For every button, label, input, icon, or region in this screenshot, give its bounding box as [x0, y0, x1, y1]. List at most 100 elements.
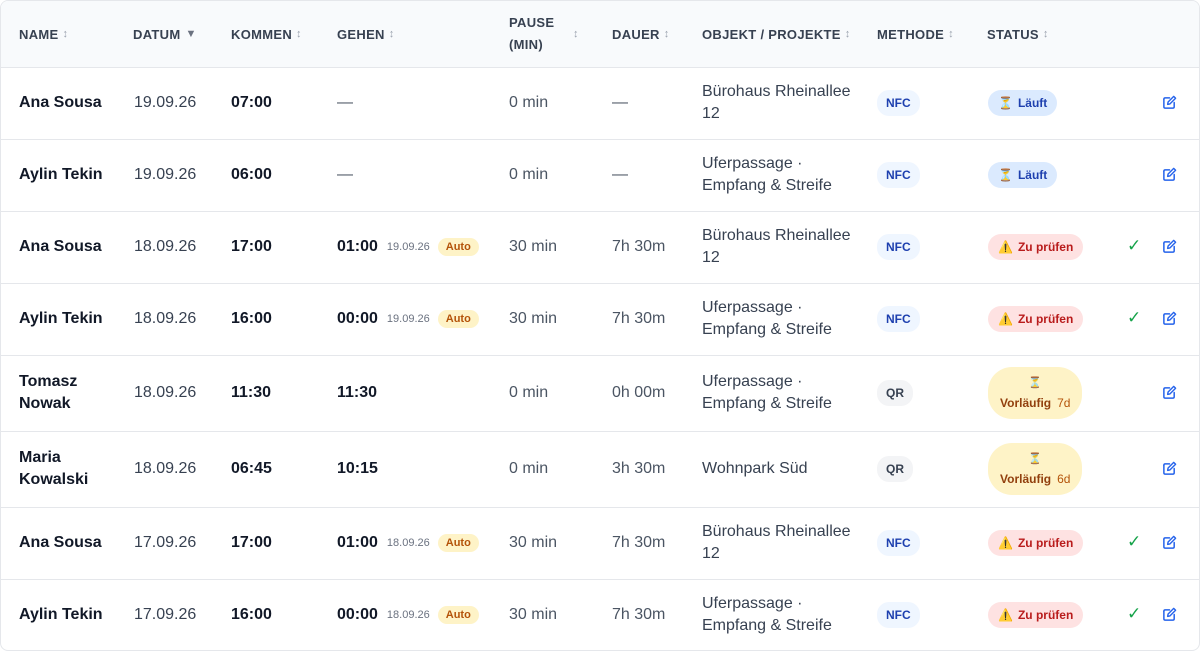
- status-cell: ⏳ Vorläufig 6d: [988, 431, 1083, 507]
- column-header-status[interactable]: STATUS ↕: [987, 1, 1049, 67]
- date-cell: 17.09.26: [134, 606, 197, 623]
- status-cell: ⏳ Läuft: [988, 67, 1058, 139]
- auto-badge: Auto: [437, 606, 479, 624]
- status-badge: ⚠️ Zu prüfen: [988, 306, 1084, 332]
- check-out-time: 00:00: [337, 310, 378, 327]
- status-cell: ⚠️ Zu prüfen: [988, 579, 1084, 650]
- method-cell: QR: [877, 431, 913, 507]
- checkmark-icon[interactable]: ✓: [1127, 236, 1141, 256]
- method-cell: NFC: [877, 139, 920, 211]
- check-out-date: 19.09.26: [386, 313, 430, 325]
- table-row: Ana Sousa 19.09.26 07:00 — 0 min — Bürohaus Rh…: [1, 67, 1199, 140]
- date-cell: 18.09.26: [134, 310, 197, 327]
- column-header-kommen[interactable]: KOMMEN ↕: [231, 1, 302, 67]
- object-cell: Bürohaus Rheinallee 12: [702, 83, 851, 122]
- employee-name: Aylin Tekin: [19, 310, 103, 327]
- object-cell: Uferpassage · Empfang & Streife: [702, 373, 832, 412]
- column-header-methode[interactable]: METHODE ↕: [877, 1, 954, 67]
- edit-icon[interactable]: [1162, 607, 1177, 627]
- method-badge: NFC: [877, 306, 920, 332]
- status-cell: ⏳ Vorläufig 7d: [988, 355, 1083, 431]
- object-cell: Uferpassage · Empfang & Streife: [702, 155, 832, 194]
- status-badge: ⏳ Läuft: [988, 90, 1058, 116]
- edit-icon[interactable]: [1162, 535, 1177, 555]
- hourglass-icon: ⏳: [998, 168, 1013, 182]
- check-out-date: 19.09.26: [386, 241, 430, 253]
- duration-cell: —: [612, 94, 628, 111]
- check-out-time: 10:15: [337, 460, 378, 477]
- column-header-dauer[interactable]: DAUER ↕: [612, 1, 670, 67]
- sort-arrows-icon: ↕: [844, 28, 851, 40]
- pause-cell: 30 min: [509, 238, 558, 255]
- method-badge: NFC: [877, 602, 920, 628]
- check-out-cell: —: [337, 139, 353, 211]
- object-cell: Uferpassage · Empfang & Streife: [702, 299, 832, 338]
- edit-icon[interactable]: [1162, 461, 1177, 481]
- edit-icon[interactable]: [1162, 95, 1177, 115]
- table-row: Tomasz Nowak 18.09.26 11:30 11:30 0 min 0h 00m…: [1, 355, 1199, 432]
- employee-name: Aylin Tekin: [19, 606, 103, 623]
- status-days: 6d: [1057, 472, 1071, 486]
- column-header-datum[interactable]: DATUM ▼: [133, 1, 197, 67]
- status-cell: ⚠️ Zu prüfen: [988, 507, 1084, 579]
- edit-icon[interactable]: [1162, 311, 1177, 331]
- edit-icon[interactable]: [1162, 385, 1177, 405]
- method-badge: NFC: [877, 234, 920, 260]
- check-out-time: —: [337, 166, 353, 183]
- duration-cell: 7h 30m: [612, 238, 666, 255]
- status-badge: ⏳ Vorläufig 6d: [988, 443, 1083, 495]
- column-header-objekt[interactable]: OBJEKT / PROJEKTE ↕: [702, 1, 851, 67]
- status-cell: ⚠️ Zu prüfen: [988, 283, 1084, 355]
- check-out-cell: 10:15: [337, 431, 378, 507]
- duration-cell: —: [612, 166, 628, 183]
- method-badge: NFC: [877, 530, 920, 556]
- pause-cell: 0 min: [509, 166, 549, 183]
- method-badge: NFC: [877, 162, 920, 188]
- column-header-gehen[interactable]: GEHEN ↕: [337, 1, 395, 67]
- status-badge: ⚠️ Zu prüfen: [988, 602, 1084, 628]
- auto-badge: Auto: [437, 310, 479, 328]
- check-out-time: 00:00: [337, 606, 378, 623]
- object-cell: Wohnpark Süd: [702, 460, 808, 477]
- employee-name: Ana Sousa: [19, 94, 102, 111]
- hourglass-icon: ⏳: [998, 96, 1013, 110]
- check-out-time: 11:30: [337, 384, 378, 401]
- employee-name: Maria Kowalski: [19, 449, 89, 488]
- status-days: 7d: [1057, 396, 1071, 410]
- check-in-time: 16:00: [231, 606, 272, 623]
- warning-icon: ⚠️: [998, 240, 1013, 254]
- checkmark-icon[interactable]: ✓: [1127, 532, 1141, 552]
- sort-arrows-icon: ↕: [62, 28, 69, 40]
- column-header-pause[interactable]: PAUSE (MIN) ↕: [509, 1, 579, 67]
- table-row: Maria Kowalski 18.09.26 06:45 10:15 0 min 3h 3…: [1, 431, 1199, 508]
- table-row: Aylin Tekin 17.09.26 16:00 00:00 18.09.26 Aut…: [1, 579, 1199, 650]
- table-header: NAME ↕ DATUM ▼ KOMMEN ↕ GEHEN ↕ PAUSE (MIN) ↕…: [1, 1, 1199, 68]
- pause-cell: 0 min: [509, 460, 549, 477]
- pause-cell: 0 min: [509, 94, 549, 111]
- check-in-time: 16:00: [231, 310, 272, 327]
- check-out-date: 18.09.26: [386, 609, 430, 621]
- status-cell: ⚠️ Zu prüfen: [988, 211, 1084, 283]
- sort-arrows-icon: ↕: [948, 28, 954, 40]
- checkmark-icon[interactable]: ✓: [1127, 604, 1141, 624]
- column-header-name[interactable]: NAME ↕: [19, 1, 68, 67]
- timesheet-table: NAME ↕ DATUM ▼ KOMMEN ↕ GEHEN ↕ PAUSE (MIN) ↕…: [0, 0, 1200, 651]
- method-badge: NFC: [877, 90, 920, 116]
- sort-arrows-icon: ↕: [1042, 28, 1049, 40]
- edit-icon[interactable]: [1162, 167, 1177, 187]
- duration-cell: 3h 30m: [612, 460, 666, 477]
- date-cell: 18.09.26: [134, 238, 197, 255]
- duration-cell: 0h 00m: [612, 384, 666, 401]
- check-in-time: 11:30: [231, 384, 272, 401]
- pause-cell: 0 min: [509, 384, 549, 401]
- date-cell: 19.09.26: [134, 166, 197, 183]
- employee-name: Tomasz Nowak: [19, 373, 78, 412]
- edit-icon[interactable]: [1162, 239, 1177, 259]
- date-cell: 19.09.26: [134, 94, 197, 111]
- auto-badge: Auto: [437, 534, 479, 552]
- table-row: Aylin Tekin 18.09.26 16:00 00:00 19.09.26 Aut…: [1, 283, 1199, 356]
- table-row: Ana Sousa 18.09.26 17:00 01:00 19.09.26 Auto 3…: [1, 211, 1199, 284]
- status-badge: ⚠️ Zu prüfen: [988, 234, 1084, 260]
- check-in-time: 17:00: [231, 238, 272, 255]
- checkmark-icon[interactable]: ✓: [1127, 308, 1141, 328]
